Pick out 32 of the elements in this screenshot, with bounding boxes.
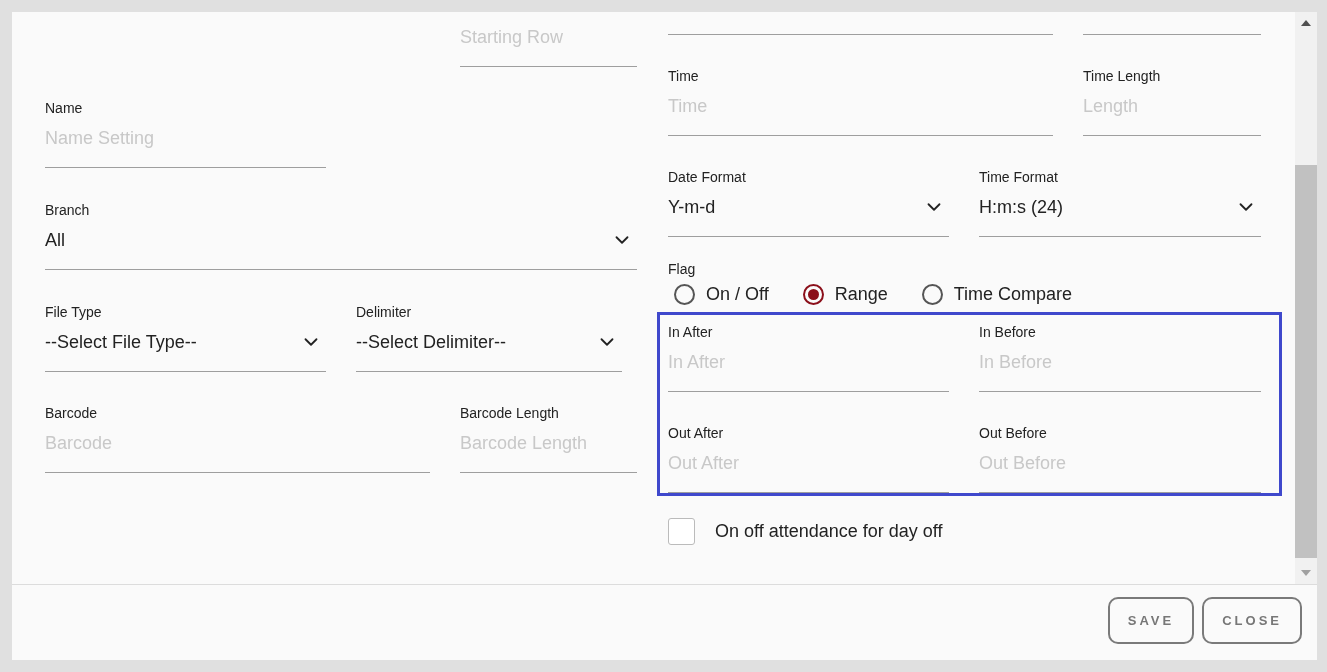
select-field[interactable]: --Select Delimiter-- <box>356 330 622 372</box>
radio-label: Range <box>834 283 888 305</box>
field-label: Time Format <box>979 169 1059 185</box>
field-label: In After <box>668 324 714 340</box>
scrollbar[interactable] <box>1295 12 1317 584</box>
field-label: Branch <box>45 202 91 218</box>
radio-button[interactable] <box>802 283 824 305</box>
radio-label: On / Off <box>706 283 769 305</box>
field-label: Barcode Length <box>460 405 560 421</box>
select-field[interactable]: All <box>45 228 637 270</box>
field-label: Out After <box>668 425 725 441</box>
field-label: File Type <box>45 304 103 320</box>
field-label: Barcode <box>45 405 99 421</box>
field-label: In Before <box>979 324 1037 340</box>
select-field[interactable]: --Select File Type-- <box>45 330 326 372</box>
footer-button[interactable]: SAVE <box>1107 597 1195 644</box>
radio-button[interactable] <box>921 283 943 305</box>
select-field[interactable]: Y-m-d <box>668 195 949 237</box>
field-label: Delimiter <box>356 304 413 320</box>
field-label: Time <box>668 68 700 84</box>
scroll-up-icon[interactable] <box>1301 20 1311 26</box>
radio-button[interactable] <box>674 283 695 305</box>
checkbox[interactable] <box>668 518 695 545</box>
field-label: Date Format <box>668 169 747 185</box>
field-label: Time Length <box>1083 68 1162 84</box>
field-label: Out Before <box>979 425 1048 441</box>
checkbox-label: On off attendance for day off <box>715 521 943 542</box>
select-field[interactable]: H:m:s (24) <box>979 195 1261 237</box>
radio-label: Time Compare <box>953 283 1073 305</box>
footer-button[interactable]: CLOSE <box>1202 597 1302 644</box>
field-label: Name <box>45 100 84 116</box>
field-label: Flag <box>668 261 696 277</box>
